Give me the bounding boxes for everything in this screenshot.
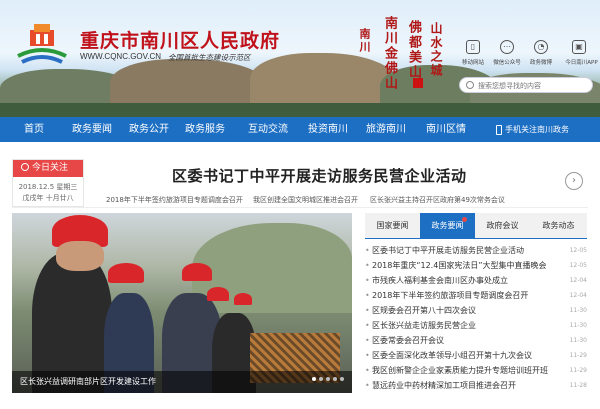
tab-government-updates[interactable]: 政务动态 [531, 213, 586, 238]
helmet [207, 287, 229, 301]
nav-item-services[interactable]: 政务服务 [180, 117, 230, 142]
list-item[interactable]: • 区委常委会召开会议 11-30 [365, 333, 587, 348]
seal-stamp [413, 78, 423, 88]
nav-mobile-link[interactable]: 手机关注南川政务 [496, 117, 569, 142]
tab-national-news[interactable]: 国家要闻 [365, 213, 420, 238]
calligraphy-text: 佛都美山 [406, 20, 421, 80]
chevron-right-icon: › [572, 175, 576, 186]
headline-link[interactable]: 区委书记丁中平开展走访服务民营企业活动 [172, 165, 467, 186]
government-logo-icon [17, 24, 67, 64]
mobile-icon: ▯ [466, 40, 480, 54]
list-item[interactable]: • 区规委会召开第八十四次会议 11-30 [365, 303, 587, 318]
nav-item-home[interactable]: 首页 [14, 117, 54, 142]
site-slogan: 全国首批生态建设示范区 [168, 53, 251, 62]
quick-link-weibo[interactable]: ◔ 政务微博 [526, 40, 556, 66]
nav-item-interaction[interactable]: 互动交流 [240, 117, 296, 142]
tab-government-news[interactable]: 政务要闻 [420, 213, 475, 238]
search-box [459, 77, 593, 93]
slide-dot[interactable] [312, 377, 316, 381]
clock-icon [21, 163, 29, 171]
list-item[interactable]: • 2018年重庆“12.4国家宪法日”大型集中直播晚会 12-05 [365, 258, 587, 273]
next-arrow-button[interactable]: › [565, 172, 583, 190]
list-item[interactable]: • 区委全面深化改革领导小组召开第十九次会议 11-29 [365, 348, 587, 363]
slide-dot[interactable] [340, 377, 344, 381]
tab-government-meetings[interactable]: 政府会议 [475, 213, 530, 238]
nav-item-invest[interactable]: 投资南川 [300, 117, 356, 142]
list-item[interactable]: • 2018年下半年签约旅游项目专题调度会召开 12-04 [365, 288, 587, 303]
new-badge [462, 217, 467, 222]
slide-dot[interactable] [319, 377, 323, 381]
app-icon: ▣ [572, 40, 586, 54]
news-list: • 区委书记丁中平开展走访服务民营企业活动 12-05 • 2018年重庆“12.4国… [365, 243, 587, 393]
slideshow-dots [309, 366, 344, 385]
phone-icon [496, 124, 502, 135]
nav-item-news[interactable]: 政务要闻 [64, 117, 120, 142]
site-domain: WWW.CQNC.GOV.CN [80, 52, 162, 61]
tab-underline [365, 238, 587, 239]
quick-link-app[interactable]: ▣ 今日南川APP [564, 40, 598, 66]
header-banner: 重庆市南川区人民政府 WWW.CQNC.GOV.CN 全国首批生态建设示范区 南… [0, 0, 600, 117]
helmet [234, 293, 252, 305]
list-item[interactable]: • 区长张兴益走访服务民营企业 11-30 [365, 318, 587, 333]
today-focus: 今日关注 2018.12.5 星期三 戊戌年 十月廿八 [12, 159, 84, 207]
divider [12, 207, 588, 208]
slide-dot[interactable] [326, 377, 330, 381]
today-date: 2018.12.5 星期三 戊戌年 十月廿八 [18, 183, 78, 202]
sub-link[interactable]: 我区创建全国文明城区推进会召开 [253, 195, 358, 205]
weibo-icon: ◔ [534, 40, 548, 54]
quick-links: ▯ 移动网站 ⋯ 微信公众号 ◔ 政务微博 ▣ 今日南川APP [454, 40, 600, 70]
list-item[interactable]: • 我区创新警企企业家素质能力提升专题培训班开班 11-29 [365, 363, 587, 378]
helmet [108, 263, 144, 283]
helmet [182, 263, 212, 281]
forest-strip [0, 103, 600, 117]
list-item[interactable]: • 市残疾人福利基金会南川区办事处成立 12-04 [365, 273, 587, 288]
calligraphy-text: 山水之城 [429, 22, 443, 78]
calligraphy-text: 南川金佛山 [382, 16, 397, 91]
nav-item-tourism[interactable]: 旅游南川 [358, 117, 414, 142]
site-title[interactable]: 重庆市南川区人民政府 [80, 26, 280, 53]
photo-caption[interactable]: 区长张兴益调研南部片区开发建设工作 [12, 371, 352, 393]
search-icon[interactable] [466, 81, 474, 89]
face [56, 241, 104, 271]
quick-link-wechat[interactable]: ⋯ 微信公众号 [492, 40, 522, 66]
nav-item-affairs-open[interactable]: 政务公开 [124, 117, 174, 142]
list-item[interactable]: • 慧远药业中药材精深加工项目推进会召开 11-28 [365, 378, 587, 393]
main-nav: 首页 政务要闻 政务公开 政务服务 互动交流 投资南川 旅游南川 南川区情 手机… [0, 117, 600, 142]
photo-slideshow[interactable]: 区长张兴益调研南部片区开发建设工作 [12, 213, 352, 393]
wechat-icon: ⋯ [500, 40, 514, 54]
quick-link-mobile[interactable]: ▯ 移动网站 [458, 40, 488, 66]
news-tabs: 国家要闻 政务要闻 政府会议 政务动态 [365, 213, 587, 238]
today-focus-header: 今日关注 [13, 160, 83, 177]
slide-dot[interactable] [333, 377, 337, 381]
sub-link[interactable]: 区长张兴益主持召开区政府第49次常务会议 [370, 195, 505, 205]
nav-item-profile[interactable]: 南川区情 [418, 117, 474, 142]
list-item[interactable]: • 区委书记丁中平开展走访服务民营企业活动 12-05 [365, 243, 587, 258]
search-input[interactable] [478, 79, 588, 92]
sub-link[interactable]: 2018年下半年签约旅游项目专题调度会召开 [106, 195, 243, 205]
calligraphy-text: 南川 [358, 28, 371, 54]
